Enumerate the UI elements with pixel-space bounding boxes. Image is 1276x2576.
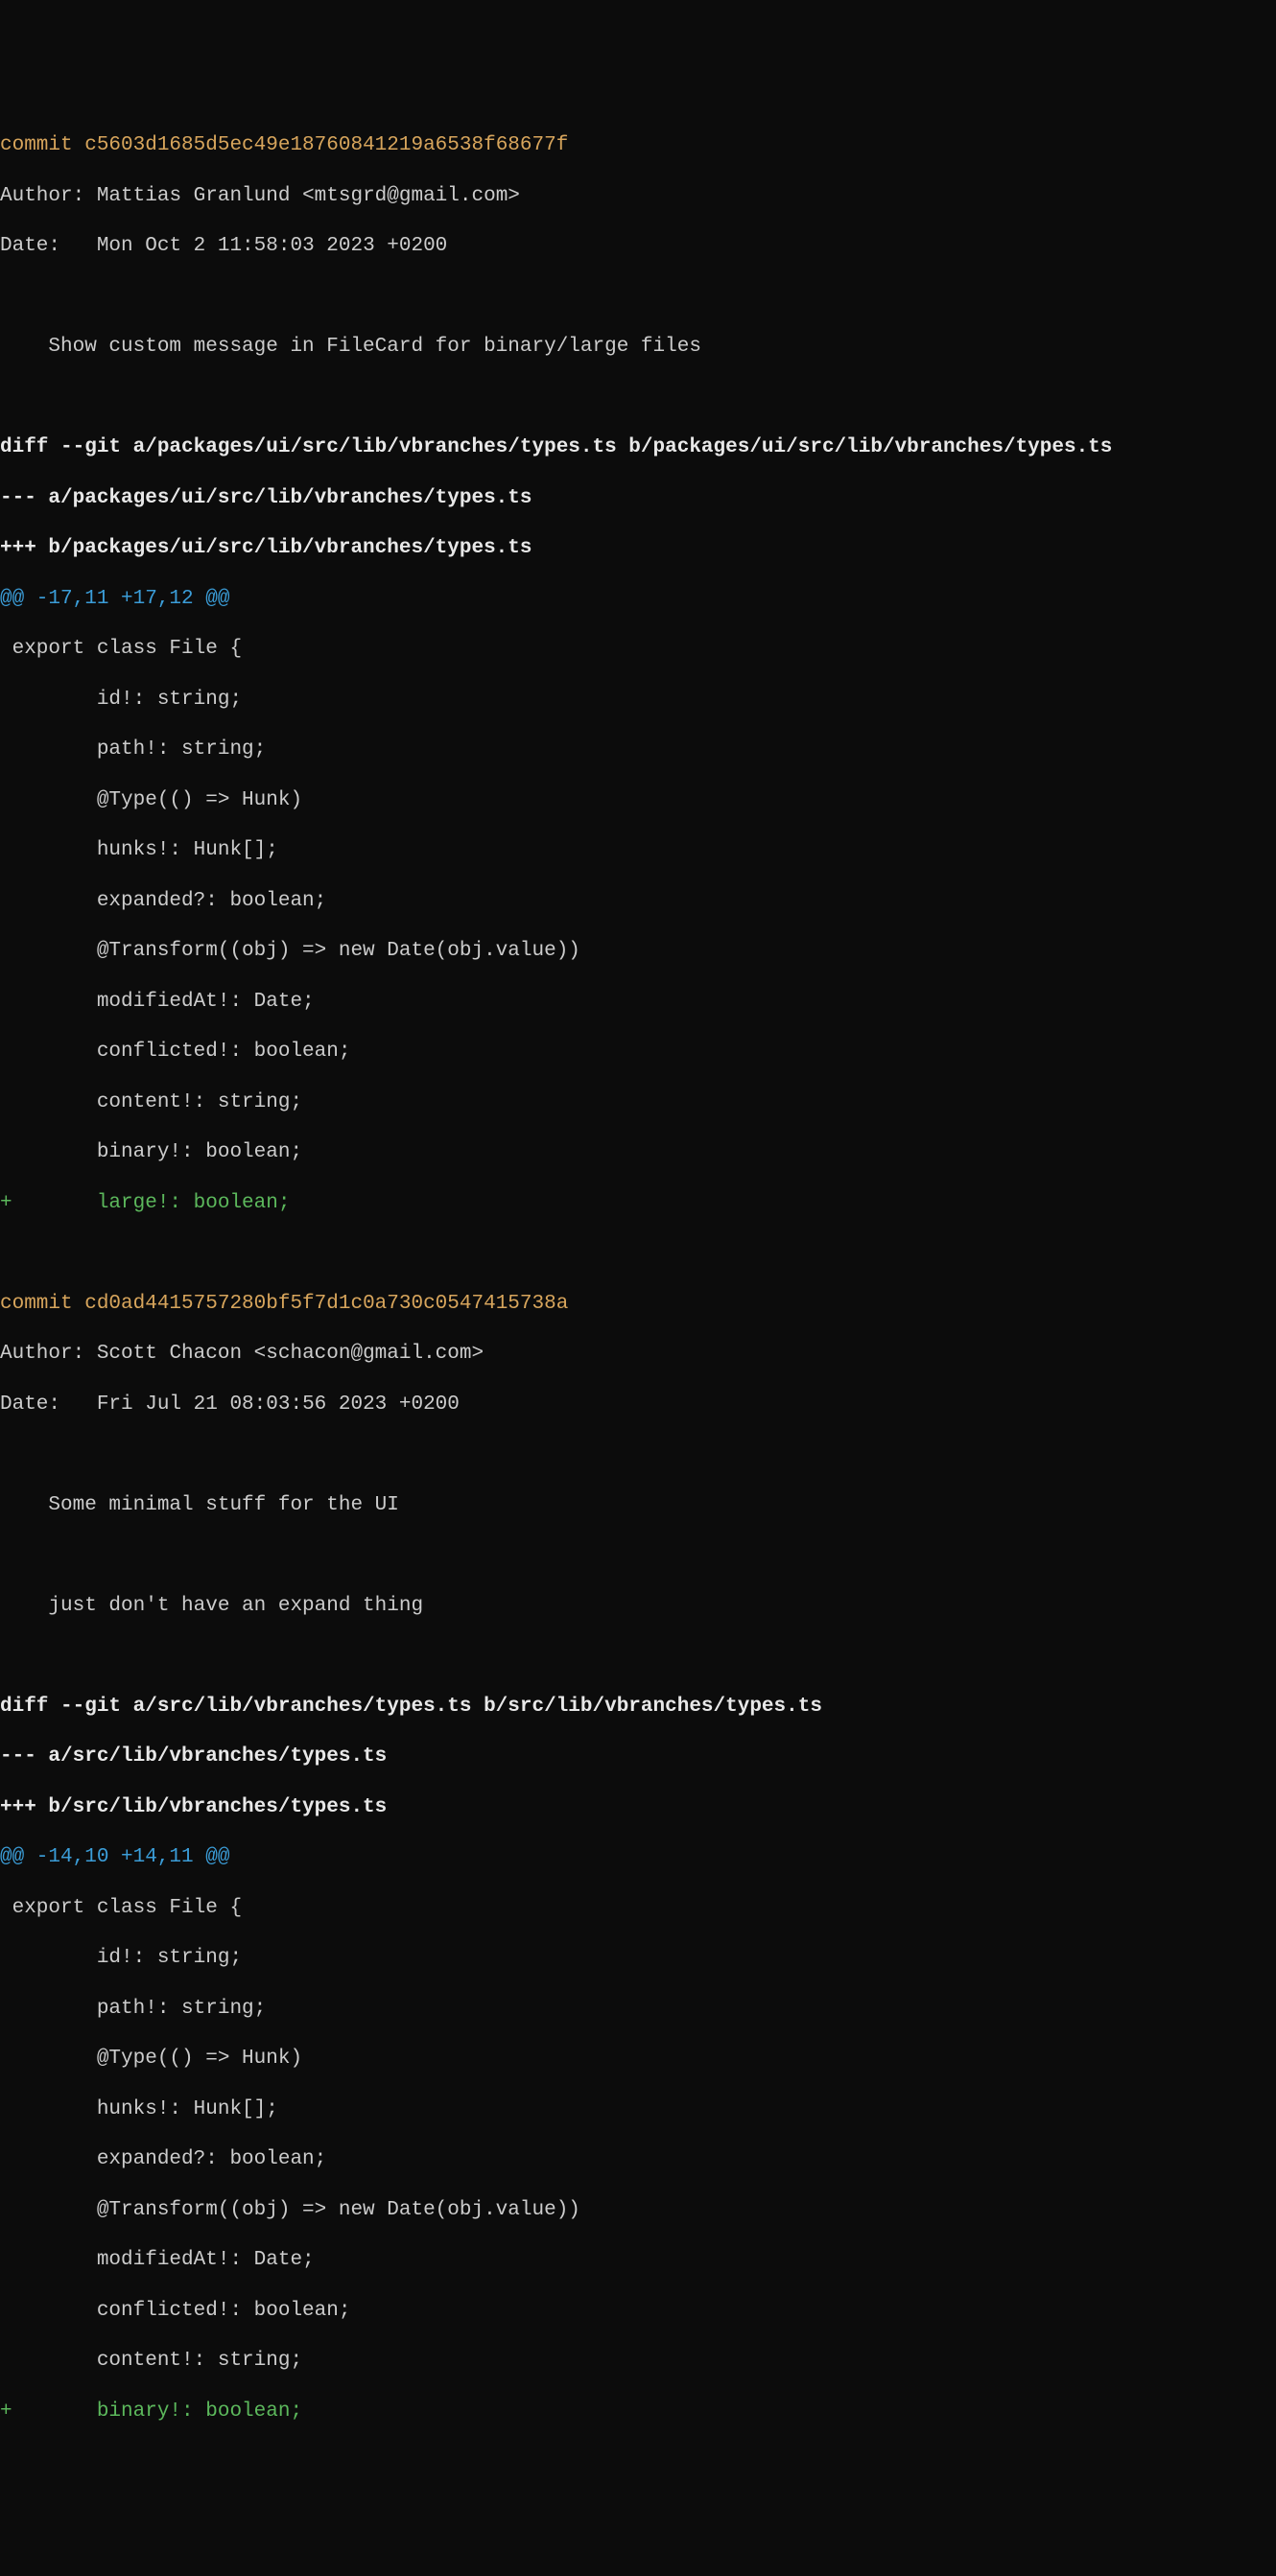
diff-header-minus: --- a/src/lib/vbranches/types.ts <box>0 1745 1276 1769</box>
author-value: Mattias Granlund <mtsgrd@gmail.com> <box>97 185 520 207</box>
diff-header-minus: --- a/packages/ui/src/lib/vbranches/type… <box>0 486 1276 511</box>
context-line: hunks!: Hunk[]; <box>0 2097 1276 2122</box>
diff-header: diff --git a/src/lib/vbranches/types.ts … <box>0 1695 1276 1720</box>
commit-label: commit <box>0 134 84 156</box>
commit-message: just don't have an expand thing <box>0 1594 1276 1619</box>
context-line: @Type(() => Hunk) <box>0 2047 1276 2072</box>
commit-hash: c5603d1685d5ec49e18760841219a6538f68677f <box>84 134 568 156</box>
diff-header-plus: +++ b/src/lib/vbranches/types.ts <box>0 1795 1276 1820</box>
context-line: path!: string; <box>0 738 1276 762</box>
commit-hash: cd0ad4415757280bf5f7d1c0a730c0547415738a <box>84 1293 568 1315</box>
diff-header: diff --git a/packages/ui/src/lib/vbranch… <box>0 435 1276 460</box>
blank-line <box>0 1644 1276 1669</box>
added-line: + large!: boolean; <box>0 1191 1276 1216</box>
terminal-output: commit c5603d1685d5ec49e18760841219a6538… <box>0 101 1276 2449</box>
author-label: Author: <box>0 1343 97 1365</box>
context-line: id!: string; <box>0 688 1276 713</box>
context-line: conflicted!: boolean; <box>0 1040 1276 1065</box>
author-label: Author: <box>0 185 97 207</box>
commit-message: Show custom message in FileCard for bina… <box>0 335 1276 360</box>
context-line: expanded?: boolean; <box>0 889 1276 914</box>
date-value: Mon Oct 2 11:58:03 2023 +0200 <box>97 235 447 257</box>
context-line: @Type(() => Hunk) <box>0 788 1276 813</box>
date-line: Date: Mon Oct 2 11:58:03 2023 +0200 <box>0 234 1276 259</box>
date-value: Fri Jul 21 08:03:56 2023 +0200 <box>97 1393 460 1416</box>
context-line: @Transform((obj) => new Date(obj.value)) <box>0 2198 1276 2223</box>
context-line: content!: string; <box>0 2349 1276 2374</box>
author-value: Scott Chacon <schacon@gmail.com> <box>97 1343 484 1365</box>
diff-header-plus: +++ b/packages/ui/src/lib/vbranches/type… <box>0 536 1276 561</box>
hunk-header: @@ -14,10 +14,11 @@ <box>0 1845 1276 1870</box>
hunk-header: @@ -17,11 +17,12 @@ <box>0 587 1276 612</box>
date-label: Date: <box>0 235 97 257</box>
blank-line <box>0 285 1276 310</box>
context-line: hunks!: Hunk[]; <box>0 838 1276 863</box>
commit-line: commit c5603d1685d5ec49e18760841219a6538… <box>0 133 1276 158</box>
context-line: export class File { <box>0 637 1276 662</box>
context-line: binary!: boolean; <box>0 1140 1276 1165</box>
commit-message: Some minimal stuff for the UI <box>0 1493 1276 1518</box>
blank-line <box>0 1442 1276 1467</box>
author-line: Author: Scott Chacon <schacon@gmail.com> <box>0 1342 1276 1367</box>
commit-label: commit <box>0 1293 84 1315</box>
context-line: modifiedAt!: Date; <box>0 2248 1276 2273</box>
commit-line: commit cd0ad4415757280bf5f7d1c0a730c0547… <box>0 1292 1276 1317</box>
context-line: content!: string; <box>0 1090 1276 1115</box>
author-line: Author: Mattias Granlund <mtsgrd@gmail.c… <box>0 184 1276 209</box>
date-line: Date: Fri Jul 21 08:03:56 2023 +0200 <box>0 1393 1276 1417</box>
blank-line <box>0 1543 1276 1568</box>
context-line: conflicted!: boolean; <box>0 2299 1276 2324</box>
context-line: modifiedAt!: Date; <box>0 990 1276 1015</box>
context-line: export class File { <box>0 1896 1276 1921</box>
date-label: Date: <box>0 1393 97 1416</box>
blank-line <box>0 386 1276 410</box>
context-line: id!: string; <box>0 1946 1276 1971</box>
context-line: @Transform((obj) => new Date(obj.value)) <box>0 939 1276 964</box>
context-line: path!: string; <box>0 1997 1276 2022</box>
blank-line <box>0 1241 1276 1266</box>
added-line: + binary!: boolean; <box>0 2400 1276 2424</box>
context-line: expanded?: boolean; <box>0 2147 1276 2172</box>
